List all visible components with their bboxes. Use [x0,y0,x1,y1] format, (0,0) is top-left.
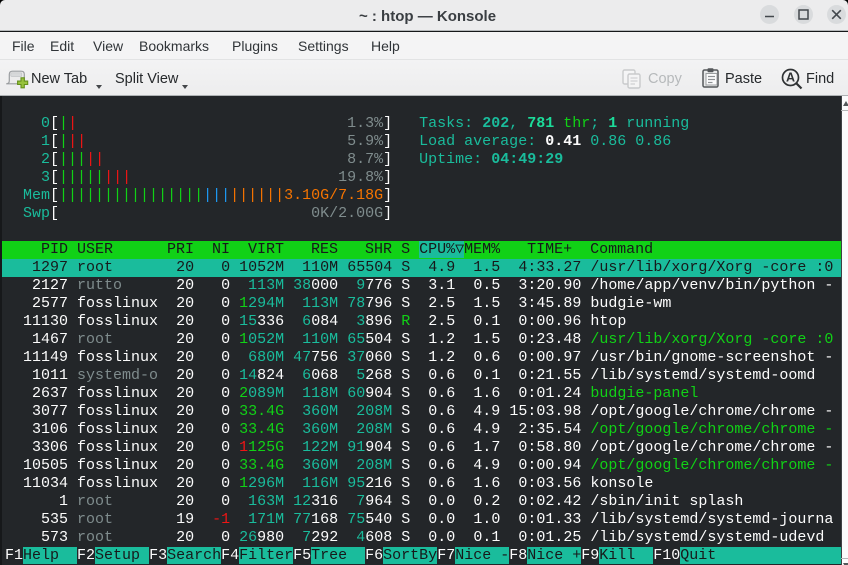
svg-text:A: A [786,71,795,85]
